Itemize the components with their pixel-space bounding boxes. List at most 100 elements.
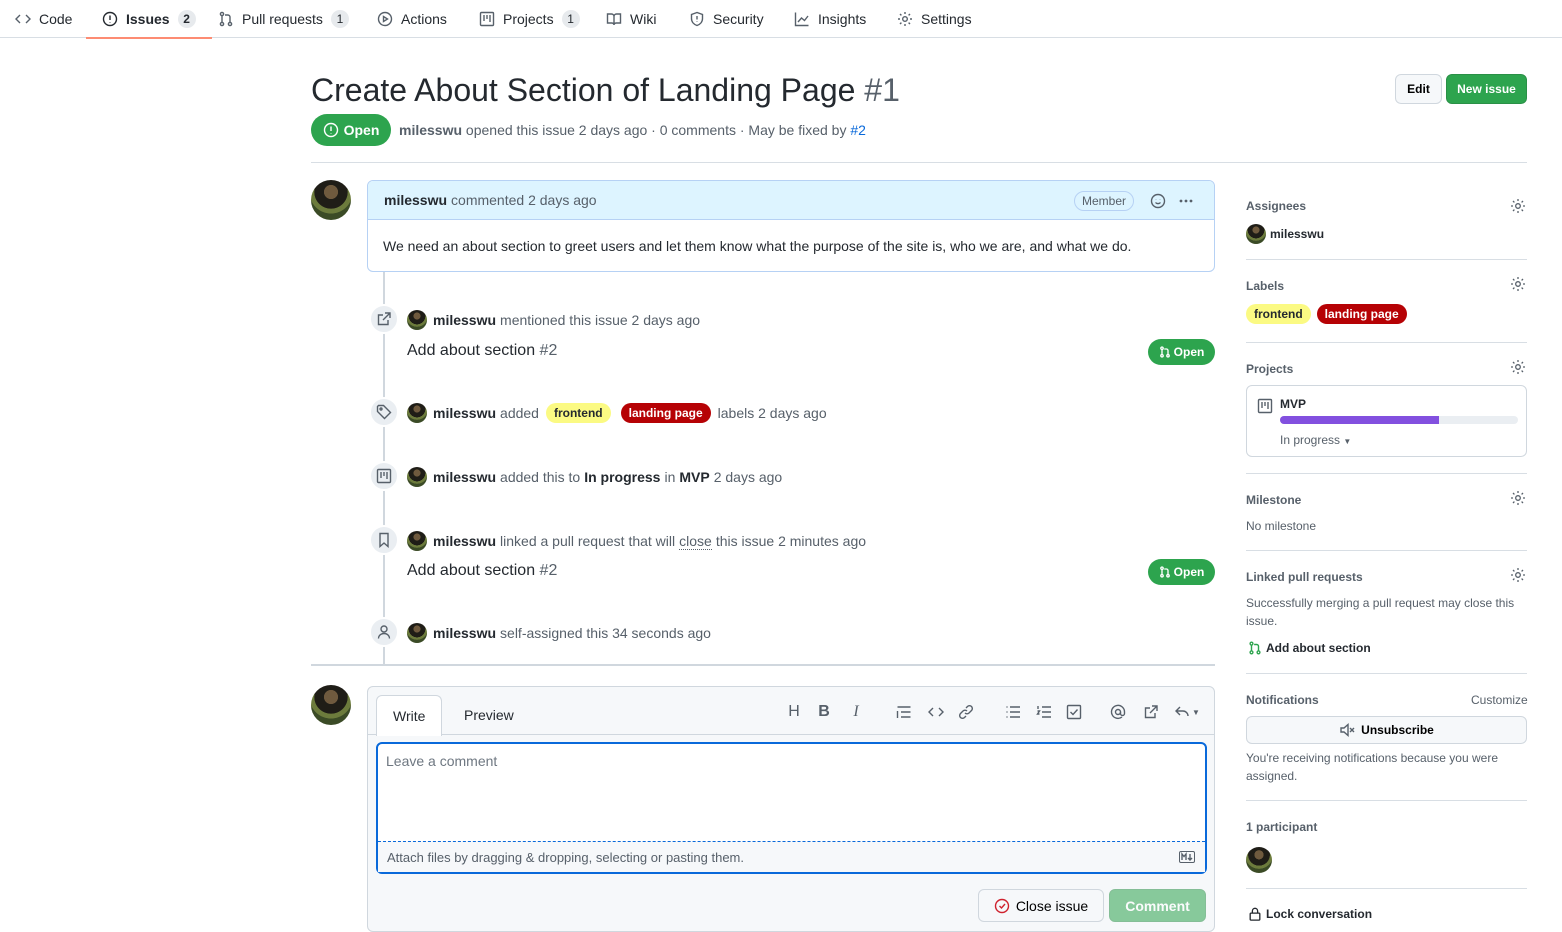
label-landing-page[interactable]: landing page — [620, 403, 711, 423]
tab-pull-requests[interactable]: Pull requests 1 — [218, 0, 349, 38]
avatar[interactable] — [311, 685, 351, 725]
sidebar-divider — [1246, 800, 1527, 801]
comment-author-link[interactable]: milesswu — [384, 192, 447, 208]
avatar[interactable] — [407, 467, 427, 487]
avatar[interactable] — [407, 531, 427, 551]
pr-state-label: Open — [1173, 565, 1205, 579]
issue-closed-icon — [994, 898, 1010, 913]
avatar[interactable] — [311, 180, 351, 220]
issue-title-heading: Create About Section of Landing Page #1 — [311, 70, 900, 110]
tab-projects[interactable]: Projects 1 — [479, 0, 580, 38]
code-icon — [928, 707, 944, 717]
linked-ref[interactable]: Add about section #2 — [407, 562, 557, 580]
ref-title[interactable]: Add about section — [407, 562, 535, 579]
user-link[interactable]: milesswu — [433, 625, 496, 641]
edit-button[interactable]: Edit — [1395, 74, 1442, 104]
kebab-icon[interactable] — [1178, 193, 1194, 209]
task-list-tool[interactable] — [1065, 703, 1083, 721]
milestone-settings[interactable] — [1510, 490, 1526, 506]
avatar[interactable] — [407, 403, 427, 423]
tab-wiki[interactable]: Wiki — [606, 0, 656, 38]
markdown-icon[interactable] — [1179, 851, 1195, 863]
new-issue-button[interactable]: New issue — [1446, 74, 1527, 104]
sidebar-divider — [1246, 342, 1527, 343]
assignee-item[interactable]: milesswu — [1246, 224, 1324, 244]
play-icon — [377, 11, 393, 27]
tab-code[interactable]: Code — [15, 0, 72, 38]
issue-number: #1 — [864, 72, 900, 108]
project-name[interactable]: MVP — [1280, 397, 1306, 411]
issue-author-link[interactable]: milesswu — [399, 122, 462, 138]
tab-settings[interactable]: Settings — [897, 0, 972, 38]
bullet-list-tool[interactable] — [1004, 703, 1022, 721]
event-badge — [369, 525, 399, 555]
tab-issues[interactable]: Issues 2 — [86, 0, 212, 39]
tab-label: Pull requests — [242, 11, 323, 27]
avatar[interactable] — [407, 623, 427, 643]
bookmark-icon — [379, 532, 389, 548]
user-link[interactable]: milesswu — [433, 533, 496, 549]
timeline-event-project: milesswu added this to In progress in MV… — [367, 461, 1215, 491]
customize-link[interactable]: Customize — [1471, 693, 1528, 707]
shield-icon — [690, 11, 704, 27]
user-link[interactable]: milesswu — [433, 405, 496, 421]
tab-preview[interactable]: Preview — [448, 695, 530, 735]
code-tool[interactable] — [927, 703, 945, 721]
bold-tool[interactable]: B — [815, 703, 833, 721]
quote-tool[interactable] — [895, 703, 913, 721]
project-link[interactable]: MVP — [679, 469, 709, 485]
italic-tool[interactable]: I — [847, 703, 865, 721]
comment-button[interactable]: Comment — [1109, 889, 1206, 922]
project-status: In progress — [1280, 433, 1341, 447]
gear-icon — [1511, 277, 1525, 291]
linked-pr-title: Add about section — [1266, 641, 1371, 655]
attach-text: Attach files by dragging & dropping, sel… — [387, 849, 744, 865]
quote-icon — [896, 706, 911, 718]
label-landing-page[interactable]: landing page — [1316, 304, 1407, 324]
issues-count: 2 — [177, 10, 196, 28]
label-frontend[interactable]: frontend — [545, 403, 611, 423]
sidebar-divider — [1246, 888, 1527, 889]
comment-textarea[interactable] — [378, 744, 1205, 841]
labels-settings[interactable] — [1510, 276, 1526, 292]
tab-insights[interactable]: Insights — [794, 0, 866, 38]
project-status-select[interactable]: In progress ▼ — [1280, 433, 1351, 447]
gear-icon — [898, 12, 912, 26]
tab-security[interactable]: Security — [689, 0, 764, 38]
lock-conversation[interactable]: Lock conversation — [1248, 907, 1372, 921]
close-keyword: close — [679, 532, 712, 550]
heading-tool[interactable]: H — [785, 703, 803, 721]
comment-box: milesswu commented 2 days ago Member We … — [367, 180, 1215, 272]
attach-files-bar[interactable]: Attach files by dragging & dropping, sel… — [378, 841, 1205, 872]
pr-count: 1 — [330, 10, 349, 28]
link-tool[interactable] — [957, 703, 975, 721]
mention-ref[interactable]: Add about section #2 — [407, 342, 557, 360]
tab-write[interactable]: Write — [376, 695, 443, 736]
event-text: labels 2 days ago — [717, 405, 827, 421]
participant-avatar[interactable] — [1246, 847, 1272, 873]
reference-tool[interactable] — [1142, 703, 1160, 721]
mention-tool[interactable] — [1109, 703, 1127, 721]
tab-actions[interactable]: Actions — [377, 0, 447, 38]
fixed-by-link[interactable]: #2 — [850, 122, 866, 138]
numbered-list-tool[interactable] — [1035, 703, 1053, 721]
pr-state-label: Open — [1173, 345, 1205, 359]
avatar[interactable] — [407, 310, 427, 330]
close-issue-button[interactable]: Close issue — [978, 889, 1104, 922]
linked-prs-settings[interactable] — [1510, 567, 1526, 583]
label-frontend[interactable]: frontend — [1246, 304, 1311, 324]
event-text: mentioned this issue 2 days ago — [500, 312, 701, 328]
assignees-settings[interactable] — [1510, 198, 1526, 214]
assignees-heading: Assignees — [1246, 199, 1307, 213]
saved-replies-tool[interactable]: ▼ — [1173, 703, 1201, 721]
smiley-icon[interactable] — [1150, 193, 1166, 209]
unsubscribe-button[interactable]: Unsubscribe — [1246, 716, 1527, 744]
projects-settings[interactable] — [1510, 359, 1526, 375]
cross-reference-icon — [1144, 705, 1158, 719]
user-link[interactable]: milesswu — [433, 469, 496, 485]
event-text: self-assigned this 34 seconds ago — [500, 625, 711, 641]
linked-pr-item[interactable]: Add about section — [1248, 641, 1371, 655]
comment-time: commented 2 days ago — [451, 192, 597, 208]
user-link[interactable]: milesswu — [433, 312, 496, 328]
ref-title[interactable]: Add about section — [407, 342, 535, 359]
